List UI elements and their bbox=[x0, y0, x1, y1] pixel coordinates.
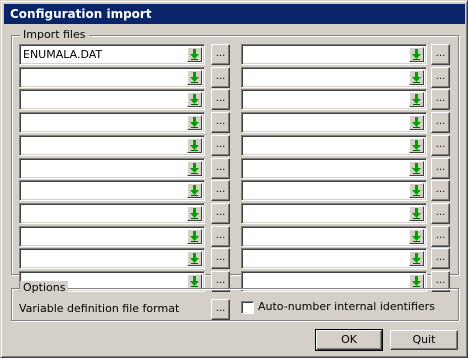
options-label: Options bbox=[20, 281, 69, 295]
import-file-field[interactable] bbox=[19, 180, 205, 201]
import-file-dropdown-button[interactable] bbox=[187, 47, 202, 62]
import-file-field[interactable] bbox=[241, 135, 427, 156]
import-file-field[interactable] bbox=[19, 248, 205, 269]
import-file-field[interactable] bbox=[241, 203, 427, 224]
import-file-browse-button[interactable]: ... bbox=[211, 158, 230, 179]
import-file-browse-button[interactable]: ... bbox=[211, 203, 230, 224]
import-file-dropdown-button[interactable] bbox=[187, 251, 202, 266]
import-file-field[interactable] bbox=[19, 203, 205, 224]
import-file-browse-button[interactable]: ... bbox=[431, 112, 450, 133]
import-file-dropdown-button[interactable] bbox=[187, 70, 202, 85]
variable-definition-label: Variable definition file format bbox=[19, 302, 180, 315]
import-file-dropdown-button[interactable] bbox=[409, 92, 424, 107]
import-file-dropdown-button[interactable] bbox=[187, 229, 202, 244]
import-file-browse-button[interactable]: ... bbox=[431, 67, 450, 88]
import-file-browse-button[interactable]: ... bbox=[211, 248, 230, 269]
import-file-field[interactable] bbox=[241, 112, 427, 133]
import-file-dropdown-button[interactable] bbox=[409, 161, 424, 176]
import-file-browse-button[interactable]: ... bbox=[211, 180, 230, 201]
import-file-dropdown-button[interactable] bbox=[409, 251, 424, 266]
import-file-dropdown-button[interactable] bbox=[187, 161, 202, 176]
import-file-dropdown-button[interactable] bbox=[187, 206, 202, 221]
import-file-browse-button[interactable]: ... bbox=[211, 89, 230, 110]
import-file-field[interactable] bbox=[241, 226, 427, 247]
import-file-field[interactable] bbox=[19, 226, 205, 247]
title-bar[interactable]: Configuration import bbox=[4, 4, 465, 24]
import-file-field[interactable]: ENUMALA.DAT bbox=[19, 44, 205, 65]
import-file-dropdown-button[interactable] bbox=[409, 138, 424, 153]
import-file-dropdown-button[interactable] bbox=[409, 47, 424, 62]
import-file-dropdown-button[interactable] bbox=[187, 115, 202, 130]
import-file-browse-button[interactable]: ... bbox=[431, 203, 450, 224]
import-file-field[interactable] bbox=[241, 67, 427, 88]
import-file-dropdown-button[interactable] bbox=[187, 274, 202, 289]
variable-definition-browse-button[interactable]: ... bbox=[211, 299, 230, 320]
import-file-browse-button[interactable]: ... bbox=[211, 226, 230, 247]
import-file-field[interactable] bbox=[19, 135, 205, 156]
import-file-field[interactable] bbox=[19, 89, 205, 110]
import-file-browse-button[interactable]: ... bbox=[431, 226, 450, 247]
auto-number-label[interactable]: Auto-number internal identifiers bbox=[258, 300, 435, 314]
import-file-browse-button[interactable]: ... bbox=[211, 112, 230, 133]
import-file-field[interactable] bbox=[241, 89, 427, 110]
import-file-browse-button[interactable]: ... bbox=[431, 248, 450, 269]
auto-number-checkbox[interactable] bbox=[241, 301, 254, 314]
import-file-browse-button[interactable]: ... bbox=[431, 180, 450, 201]
import-file-field[interactable] bbox=[19, 158, 205, 179]
import-file-dropdown-button[interactable] bbox=[409, 70, 424, 85]
import-file-browse-button[interactable]: ... bbox=[431, 135, 450, 156]
import-file-browse-button[interactable]: ... bbox=[431, 44, 450, 65]
import-file-dropdown-button[interactable] bbox=[409, 183, 424, 198]
import-file-dropdown-button[interactable] bbox=[187, 183, 202, 198]
ok-button[interactable]: OK bbox=[315, 329, 383, 351]
dialog-title: Configuration import bbox=[10, 7, 152, 21]
import-file-field[interactable] bbox=[241, 44, 427, 65]
import-file-dropdown-button[interactable] bbox=[409, 206, 424, 221]
import-file-dropdown-button[interactable] bbox=[187, 138, 202, 153]
import-file-dropdown-button[interactable] bbox=[409, 229, 424, 244]
import-file-value: ENUMALA.DAT bbox=[23, 48, 103, 61]
import-file-browse-button[interactable]: ... bbox=[211, 135, 230, 156]
import-file-browse-button[interactable]: ... bbox=[431, 89, 450, 110]
import-file-field[interactable] bbox=[241, 248, 427, 269]
import-file-field[interactable] bbox=[19, 112, 205, 133]
import-files-label: Import files bbox=[20, 28, 89, 42]
import-file-field[interactable] bbox=[19, 67, 205, 88]
import-file-browse-button[interactable]: ... bbox=[211, 67, 230, 88]
quit-button[interactable]: Quit bbox=[390, 330, 458, 350]
import-file-browse-button[interactable]: ... bbox=[431, 158, 450, 179]
import-file-browse-button[interactable]: ... bbox=[211, 44, 230, 65]
import-file-field[interactable] bbox=[241, 180, 427, 201]
import-file-dropdown-button[interactable] bbox=[409, 274, 424, 289]
import-file-dropdown-button[interactable] bbox=[409, 115, 424, 130]
import-file-field[interactable] bbox=[241, 158, 427, 179]
import-file-dropdown-button[interactable] bbox=[187, 92, 202, 107]
configuration-import-dialog: Configuration import Import files ENUMAL… bbox=[0, 0, 468, 358]
